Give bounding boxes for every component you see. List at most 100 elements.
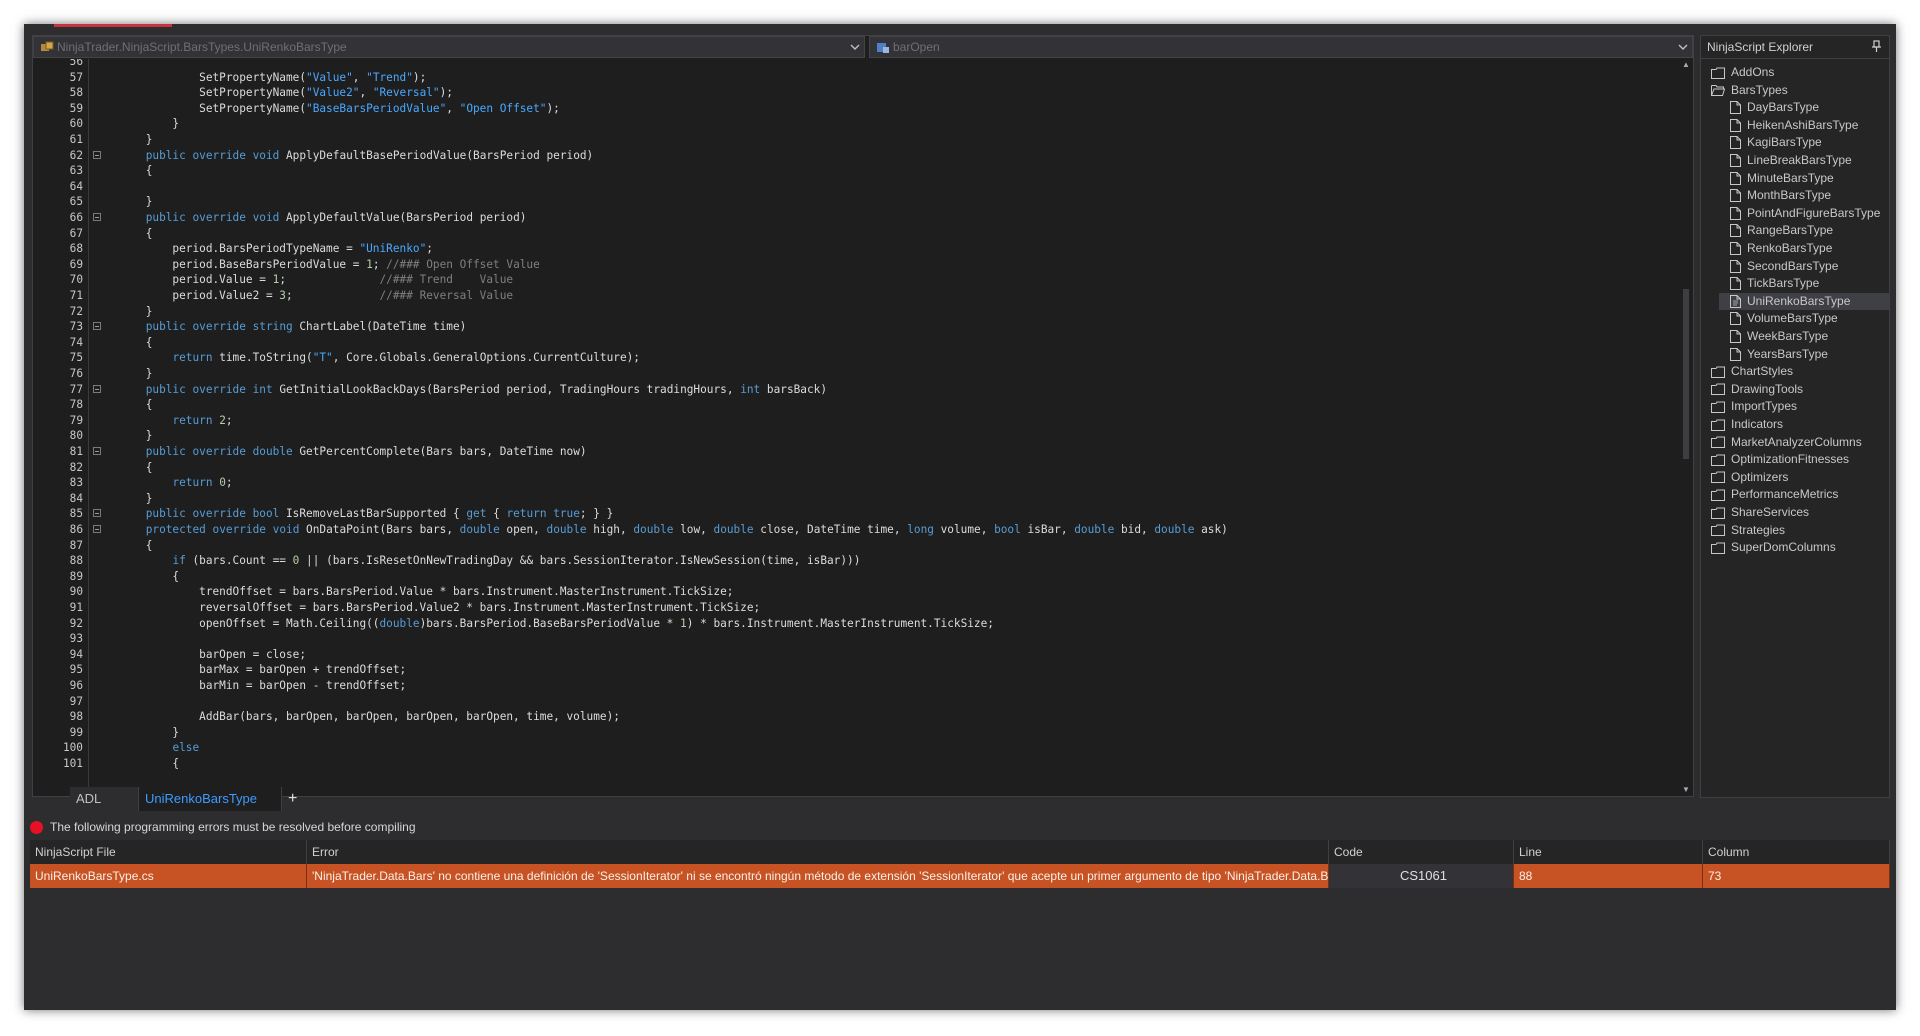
code-text-area[interactable]: 56 57 SetPropertyName("Value", "Trend"); 5… [33,59,1677,796]
code-line: 89 { [33,569,179,585]
code-text: } [119,195,153,209]
code-line: 70 period.Value = 1; //### Trend Value [33,272,513,288]
explorer-item-weekbarstype[interactable]: WeekBarsType [1701,328,1828,345]
collapse-fold-icon[interactable] [93,525,101,533]
explorer-item-pointandfigurebarstype[interactable]: PointAndFigureBarsType [1701,205,1880,222]
explorer-item-shareservices[interactable]: ShareServices [1701,504,1809,521]
pin-icon[interactable] [1872,40,1881,56]
explorer-item-label: PointAndFigureBarsType [1747,205,1881,220]
explorer-item-heikenashibarstype[interactable]: HeikenAshiBarsType [1701,117,1858,134]
explorer-item-minutebarstype[interactable]: MinuteBarsType [1701,170,1834,187]
line-number: 96 [69,679,83,692]
code-text: period.Value2 = 3; //### Reversal Value [119,289,514,302]
collapse-fold-icon[interactable] [93,384,101,393]
explorer-item-label: RangeBarsType [1747,223,1834,238]
explorer-item-label: TickBarsType [1747,276,1820,291]
file-icon [1730,242,1747,255]
scrollbar-thumb[interactable] [1683,289,1689,459]
column-header-file[interactable]: NinjaScript File [30,840,307,864]
explorer-item-linebreakbarstype[interactable]: LineBreakBarsType [1701,152,1852,169]
explorer-item-label: PerformanceMetrics [1731,487,1839,502]
code-line: 82 { [33,460,153,476]
folder-icon [1711,489,1731,501]
explorer-item-tickbarstype[interactable]: TickBarsType [1701,275,1819,292]
explorer-item-drawingtools[interactable]: DrawingTools [1701,381,1803,398]
code-line: 62 public override void ApplyDefaultBase… [33,148,594,164]
collapse-fold-icon[interactable] [93,213,101,221]
code-text: } [119,491,153,505]
explorer-item-daybarstype[interactable]: DayBarsType [1701,99,1819,116]
code-text: protected override void OnDataPoint(Bars… [145,523,1228,536]
add-tab-button[interactable]: + [282,787,302,811]
code-text: else [172,741,200,755]
chevron-down-icon[interactable] [846,44,864,50]
file-icon [1730,330,1747,343]
explorer-item-yearsbarstype[interactable]: YearsBarsType [1701,346,1828,363]
column-header-column[interactable]: Column [1703,840,1890,864]
explorer-item-marketanalyzercolumns[interactable]: MarketAnalyzerColumns [1701,434,1862,451]
member-navigation-value: barOpen [893,40,940,54]
file-icon [1730,224,1747,238]
collapse-fold-icon[interactable] [93,150,101,159]
column-header-line[interactable]: Line [1514,840,1703,864]
column-header-error[interactable]: Error [307,840,1329,864]
explorer-item-renkobarstype[interactable]: RenkoBarsType [1701,240,1832,257]
error-row[interactable]: UniRenkoBarsType.cs 'NinjaTrader.Data.Ba… [30,864,1890,888]
line-number: 72 [69,304,83,318]
explorer-item-volumebarstype[interactable]: VolumeBarsType [1701,310,1838,327]
code-line: 79 return 2; [33,413,233,429]
explorer-item-strategies[interactable]: Strategies [1701,522,1785,539]
code-text: return time.ToString("T", Core.Globals.G… [172,351,640,365]
explorer-item-optimizationfitnesses[interactable]: OptimizationFitnesses [1701,451,1849,468]
line-number: 94 [69,647,83,661]
collapse-fold-icon[interactable] [93,322,101,331]
class-icon [37,41,57,54]
explorer-item-optimizers[interactable]: Optimizers [1701,469,1788,486]
tab-unirenkobarstype[interactable]: UniRenkoBarsType [138,787,282,811]
explorer-item-superdomcolumns[interactable]: SuperDomColumns [1701,539,1836,556]
collapse-fold-icon[interactable] [93,447,101,455]
type-navigation-dropdown[interactable]: NinjaTrader.NinjaScript.BarsTypes.UniRen… [33,36,865,58]
explorer-item-kagibarstype[interactable]: KagiBarsType [1701,134,1822,151]
code-line: 65 } [33,194,153,210]
error-icon [30,820,43,834]
code-line: 57 SetPropertyName("Value", "Trend"); [33,70,427,86]
tab-adl[interactable]: ADL [70,787,138,811]
explorer-item-unirenkobarstype[interactable]: UniRenkoBarsType [1719,292,1889,310]
explorer-item-secondbarstype[interactable]: SecondBarsType [1701,258,1838,275]
code-line: 60 } [33,116,179,132]
line-number: 64 [69,179,83,193]
column-header-code[interactable]: Code [1329,840,1514,864]
explorer-item-rangebarstype[interactable]: RangeBarsType [1701,222,1833,239]
code-line: 99 } [33,725,179,741]
line-number: 76 [69,367,83,380]
explorer-item-performancemetrics[interactable]: PerformanceMetrics [1701,486,1838,503]
line-number: 81 [69,445,83,458]
scroll-up-arrow-icon[interactable]: ▲ [1682,60,1690,70]
editor-vertical-scrollbar[interactable]: ▲ ▼ [1680,59,1692,796]
line-number: 78 [69,398,83,412]
code-text: public override double GetPercentComplet… [145,445,587,458]
code-text: { [119,460,153,474]
explorer-item-addons[interactable]: AddOns [1701,64,1774,81]
code-line: 76 } [33,366,153,382]
line-number: 62 [69,148,83,162]
chevron-down-icon[interactable] [1674,44,1692,50]
explorer-item-label: YearsBarsType [1747,346,1828,361]
explorer-item-monthbarstype[interactable]: MonthBarsType [1701,187,1831,204]
member-navigation-dropdown[interactable]: barOpen [869,36,1693,58]
code-line: 56 [33,59,83,70]
code-line: 58 SetPropertyName("Value2", "Reversal")… [33,85,453,101]
explorer-item-chartstyles[interactable]: ChartStyles [1701,363,1793,380]
scroll-down-arrow-icon[interactable]: ▼ [1682,785,1690,795]
explorer-item-importtypes[interactable]: ImportTypes [1701,398,1797,415]
explorer-item-indicators[interactable]: Indicators [1701,416,1783,433]
file-icon [1730,136,1747,150]
code-line: 86 protected override void OnDataPoint(B… [33,522,1228,538]
folder-icon [1711,454,1731,466]
collapse-fold-icon[interactable] [93,509,101,518]
explorer-item-barstypes[interactable]: BarsTypes [1701,82,1788,99]
line-number: 75 [69,351,83,365]
code-line: 98 AddBar(bars, barOpen, barOpen, barOpe… [33,709,620,725]
error-message-cell: 'NinjaTrader.Data.Bars' no contiene una … [307,864,1329,888]
